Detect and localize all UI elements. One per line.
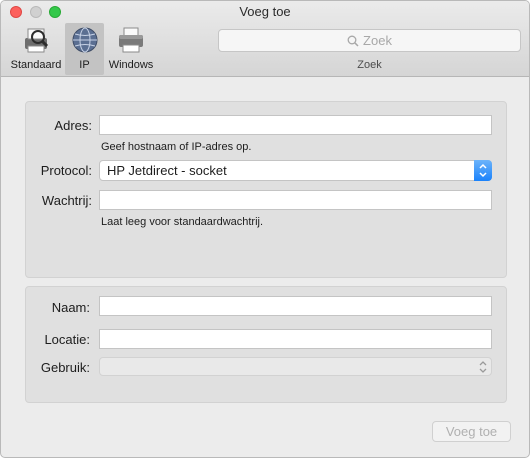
protocol-popup[interactable]: HP Jetdirect - socket — [99, 160, 492, 181]
address-field[interactable] — [99, 115, 492, 135]
chevron-updown-icon — [479, 361, 487, 373]
search-icon — [347, 35, 359, 47]
toolbar-item-label: IP — [79, 59, 90, 71]
protocol-label: Protocol: — [40, 163, 92, 178]
name-field[interactable] — [99, 296, 492, 316]
address-label: Adres: — [54, 118, 92, 133]
default-printer-icon — [25, 28, 49, 53]
chevron-updown-icon — [479, 163, 487, 178]
windows-printer-icon — [119, 27, 143, 53]
globe-icon — [72, 27, 97, 53]
address-hint: Geef hostnaam of IP-adres op. — [101, 141, 252, 153]
location-field[interactable] — [99, 329, 492, 349]
queue-field[interactable] — [99, 190, 492, 210]
toolbar-item-ip[interactable]: IP — [65, 23, 104, 75]
toolbar-item-windows[interactable]: Windows — [104, 23, 158, 75]
add-button[interactable]: Voeg toe — [432, 421, 511, 442]
add-printer-window: Voeg toe Standaard IP Windows Zoek Zoek … — [0, 0, 530, 458]
name-label: Naam: — [51, 300, 90, 315]
popup-arrows — [474, 160, 492, 181]
toolbar: Voeg toe Standaard IP Windows Zoek Zoek — [1, 1, 529, 77]
toolbar-item-label: Windows — [108, 59, 154, 71]
location-label: Locatie: — [44, 332, 90, 347]
use-popup[interactable] — [99, 357, 492, 376]
search-field[interactable]: Zoek — [218, 29, 521, 52]
protocol-value: HP Jetdirect - socket — [107, 163, 227, 178]
search-label: Zoek — [357, 59, 382, 71]
use-label: Gebruik: — [40, 360, 90, 375]
queue-hint: Laat leeg voor standaardwachtrij. — [101, 216, 264, 228]
search-placeholder: Zoek — [363, 33, 392, 48]
queue-label: Wachtrij: — [41, 193, 92, 208]
toolbar-item-label: Standaard — [10, 59, 62, 71]
toolbar-item-standaard[interactable]: Standaard — [7, 23, 65, 75]
window-title: Voeg toe — [239, 4, 291, 19]
